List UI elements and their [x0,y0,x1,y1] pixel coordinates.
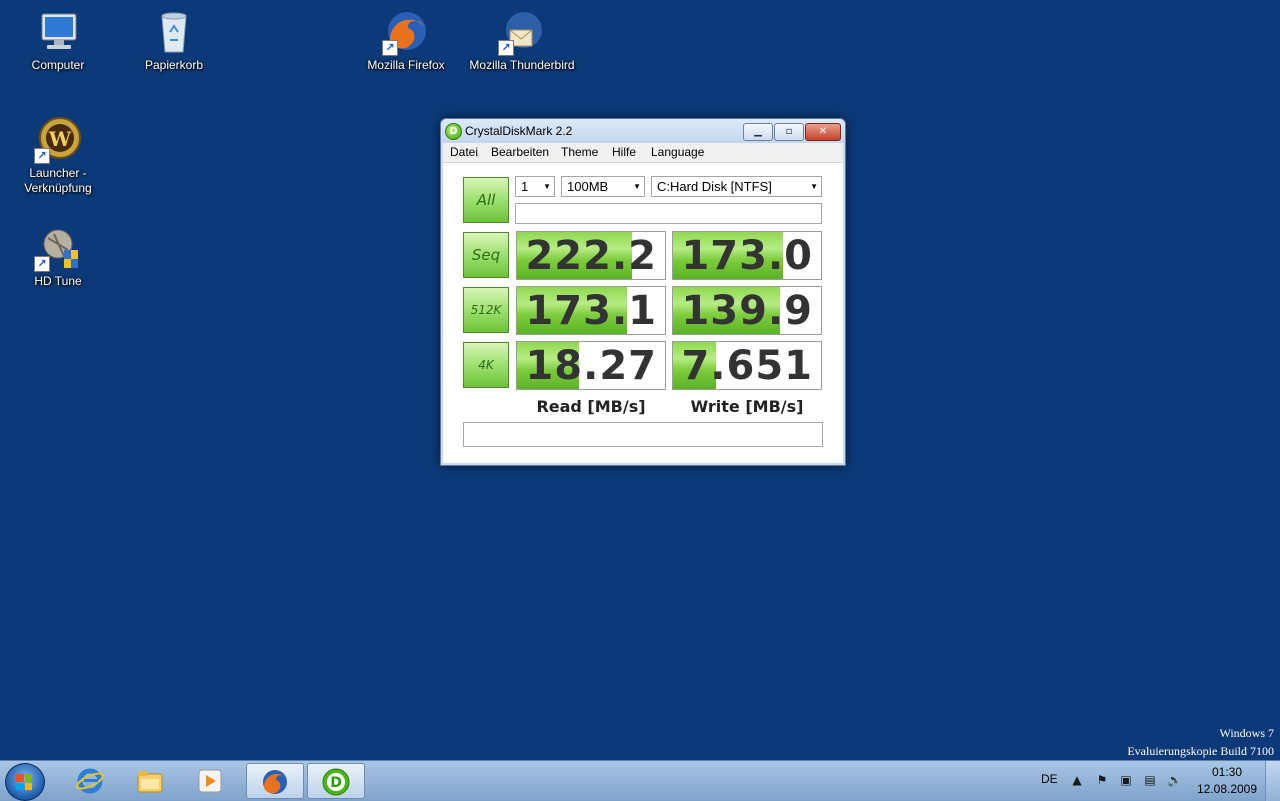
desktop-icon-firefox[interactable]: ↗ Mozilla Firefox [351,8,461,73]
action-center-flag-icon[interactable]: ⚑ [1095,773,1109,787]
seq-read-result: 222.2 [516,231,666,280]
512k-write-result: 139.9 [672,286,822,335]
progress-bar [515,203,822,224]
taskbar-explorer[interactable] [122,763,180,799]
volume-icon[interactable]: 🔈 [1167,773,1182,787]
computer-icon [34,8,82,56]
chevron-down-icon: ▼ [810,182,818,191]
device-icon[interactable]: ▣ [1119,773,1133,787]
status-bar [463,422,823,447]
minimize-button[interactable]: ▁ [743,123,773,141]
build-watermark: Evaluierungskopie Build 7100 [1127,744,1274,758]
taskbar-internet-explorer[interactable] [62,763,120,799]
window-title: CrystalDiskMark 2.2 [465,124,573,138]
network-icon[interactable]: ▤ [1143,773,1157,787]
read-column-header: Read [MB/s] [536,397,646,416]
test-size-select[interactable]: 100MB ▼ [561,176,645,197]
4k-write-result: 7.651 [672,341,822,390]
desktop-icon-recycle-bin[interactable]: Papierkorb [119,8,229,73]
windows-version-watermark: Windows 7 [1219,726,1274,740]
menu-hilfe[interactable]: Hilfe [612,145,636,159]
language-indicator[interactable]: DE [1041,772,1058,786]
recycle-bin-icon [150,8,198,56]
shortcut-arrow-icon: ↗ [34,256,50,272]
taskbar-firefox[interactable] [246,763,304,799]
4k-read-result: 18.27 [516,341,666,390]
show-hidden-icons-icon[interactable]: ▲ [1070,773,1084,787]
desktop-icon-thunderbird[interactable]: ↗ Mozilla Thunderbird [467,8,577,73]
start-button[interactable] [5,763,45,801]
taskbar: D DE ▲ ⚑ ▣ ▤ 🔈 01:30 12.08.2009 [0,760,1280,801]
menu-bearbeiten[interactable]: Bearbeiten [491,145,549,159]
shortcut-arrow-icon: ↗ [382,40,398,56]
svg-text:D: D [330,775,342,791]
test-count-select[interactable]: 1 ▼ [515,176,555,197]
seq-write-result: 173.0 [672,231,822,280]
clock-time[interactable]: 01:30 [1200,765,1254,779]
menu-theme[interactable]: Theme [561,145,598,159]
taskbar-media-player[interactable] [182,763,240,799]
maximize-button[interactable]: ▫ [774,123,804,141]
desktop-icon-computer[interactable]: Computer [3,8,113,73]
clock-date[interactable]: 12.08.2009 [1196,782,1258,796]
close-button[interactable]: ✕ [805,123,841,141]
drive-select[interactable]: C:Hard Disk [NTFS] ▼ [651,176,822,197]
hd-tune-icon: ↗ [34,224,82,272]
crystaldiskmark-window[interactable]: D CrystalDiskMark 2.2 ▁ ▫ ✕ Datei Bearbe… [440,118,846,466]
thunderbird-icon: ↗ [498,8,546,56]
internet-explorer-icon [76,768,104,794]
window-titlebar[interactable]: D CrystalDiskMark 2.2 ▁ ▫ ✕ [441,119,845,143]
menu-language[interactable]: Language [651,145,704,159]
all-button[interactable]: All [463,177,509,223]
svg-text:W: W [48,127,72,151]
chevron-down-icon: ▼ [633,182,641,191]
media-player-icon [198,769,222,793]
512k-button[interactable]: 512K [463,287,509,333]
taskbar-crystaldiskmark[interactable]: D [307,763,365,799]
show-desktop-button[interactable] [1265,761,1280,801]
desktop-icon-wow-launcher[interactable]: W ↗ Launcher - Verknüpfung [3,116,113,196]
menu-datei[interactable]: Datei [450,145,478,159]
512k-read-result: 173.1 [516,286,666,335]
shortcut-arrow-icon: ↗ [498,40,514,56]
folder-icon [137,771,163,793]
benchmark-panel: All 1 ▼ 100MB ▼ C:Hard Disk [NTFS] ▼ Seq 22… [443,163,843,463]
firefox-icon [263,770,287,794]
chevron-down-icon: ▼ [543,182,551,191]
shortcut-arrow-icon: ↗ [34,148,50,164]
crystaldiskmark-app-icon: D [445,123,462,140]
crystaldiskmark-icon: D [322,768,350,796]
windows-logo-icon [16,774,32,790]
menu-bar: Datei Bearbeiten Theme Hilfe Language [443,143,843,163]
desktop-icon-hd-tune[interactable]: ↗ HD Tune [3,224,113,289]
write-column-header: Write [MB/s] [690,397,804,416]
4k-button[interactable]: 4K [463,342,509,388]
wow-launcher-icon: W ↗ [34,116,82,164]
seq-button[interactable]: Seq [463,232,509,278]
firefox-icon: ↗ [382,8,430,56]
